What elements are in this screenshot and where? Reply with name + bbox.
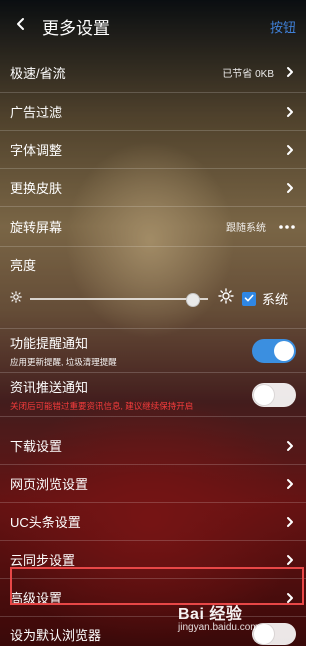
more-dots-icon <box>278 224 296 230</box>
setting-row-font[interactable]: 字体调整 <box>0 131 306 169</box>
setting-label: 云同步设置 <box>10 553 76 568</box>
chevron-right-icon <box>284 106 296 118</box>
feature-notify-toggle[interactable] <box>252 338 296 363</box>
setting-label: 设为默认浏览器 <box>10 627 102 643</box>
toggle-knob <box>274 340 294 361</box>
toggle-knob <box>254 384 274 405</box>
chevron-right-icon <box>284 144 296 156</box>
setting-label: 旋转屏幕 <box>10 220 63 235</box>
page-title: 更多设置 <box>42 18 110 38</box>
chevron-right-icon <box>284 516 296 528</box>
setting-label: UC头条设置 <box>10 515 81 530</box>
setting-label: 更换皮肤 <box>10 181 63 196</box>
setting-label: 高级设置 <box>10 591 63 606</box>
top-bar: 更多设置 按钮 <box>0 0 306 52</box>
watermark: Bai 经验 jingyan.baidu.com <box>178 600 290 636</box>
toggle-text: 功能提醒通知 应用更新提醒, 垃圾清理提醒 <box>10 333 117 368</box>
sun-small-icon <box>10 290 22 308</box>
system-brightness-label: 系统 <box>262 292 289 307</box>
chevron-right-icon <box>284 66 296 78</box>
brightness-title: 亮度 <box>10 258 37 273</box>
setting-value: 已节省 0KB <box>222 68 274 80</box>
setting-value: 跟随系统 <box>226 223 266 234</box>
setting-label: 极速/省流 <box>10 65 66 81</box>
setting-row-rotate[interactable]: 旋转屏幕 跟随系统 <box>0 207 306 247</box>
brightness-controls: 系统 <box>10 288 296 309</box>
setting-row-cloud-sync[interactable]: 云同步设置 <box>0 541 306 579</box>
sun-large-icon <box>218 288 234 309</box>
setting-row-speed[interactable]: 极速/省流 已节省 0KB <box>0 52 306 93</box>
setting-row-ad-filter[interactable]: 广告过滤 <box>0 93 306 131</box>
system-brightness-checkbox[interactable] <box>242 290 256 308</box>
watermark-sub: jingyan.baidu.com <box>178 622 259 633</box>
chevron-right-icon <box>284 440 296 452</box>
slider-thumb[interactable] <box>185 292 200 307</box>
toggle-label: 功能提醒通知 <box>10 336 89 351</box>
setting-label: 网页浏览设置 <box>10 477 89 492</box>
chevron-right-icon <box>284 182 296 194</box>
setting-label: 下载设置 <box>10 439 63 454</box>
chevron-right-icon <box>284 478 296 490</box>
toggle-text: 资讯推送通知 关闭后可能错过重要资讯信息, 建议继续保持开启 <box>10 377 193 412</box>
setting-row-download[interactable]: 下载设置 <box>0 427 306 465</box>
chevron-left-icon <box>14 17 28 36</box>
toggle-row-feature-notify: 功能提醒通知 应用更新提醒, 垃圾清理提醒 <box>0 329 306 373</box>
brightness-slider[interactable] <box>30 290 208 308</box>
setting-label: 广告过滤 <box>10 105 63 120</box>
back-button[interactable] <box>6 11 36 41</box>
toggle-row-news-push: 资讯推送通知 关闭后可能错过重要资讯信息, 建议继续保持开启 <box>0 373 306 417</box>
header-action-button[interactable]: 按钮 <box>270 17 296 36</box>
slider-track <box>30 297 208 300</box>
chevron-right-icon <box>284 554 296 566</box>
checkmark-icon <box>244 290 254 308</box>
setting-label: 字体调整 <box>10 143 63 158</box>
toggle-label: 资讯推送通知 <box>10 380 89 395</box>
setting-row-web[interactable]: 网页浏览设置 <box>0 465 306 503</box>
watermark-main: Bai 经验 <box>178 606 243 623</box>
settings-list: 极速/省流 已节省 0KB 广告过滤 字体调整 更换皮肤 旋转屏幕 跟随系统 亮… <box>0 52 306 651</box>
news-push-toggle[interactable] <box>252 382 296 407</box>
toggle-sub: 应用更新提醒, 垃圾清理提醒 <box>10 357 117 367</box>
toggle-sub-warning: 关闭后可能错过重要资讯信息, 建议继续保持开启 <box>10 401 194 411</box>
setting-row-uc-headlines[interactable]: UC头条设置 <box>0 503 306 541</box>
brightness-section: 亮度 系统 <box>0 247 306 329</box>
setting-row-skin[interactable]: 更换皮肤 <box>0 169 306 207</box>
